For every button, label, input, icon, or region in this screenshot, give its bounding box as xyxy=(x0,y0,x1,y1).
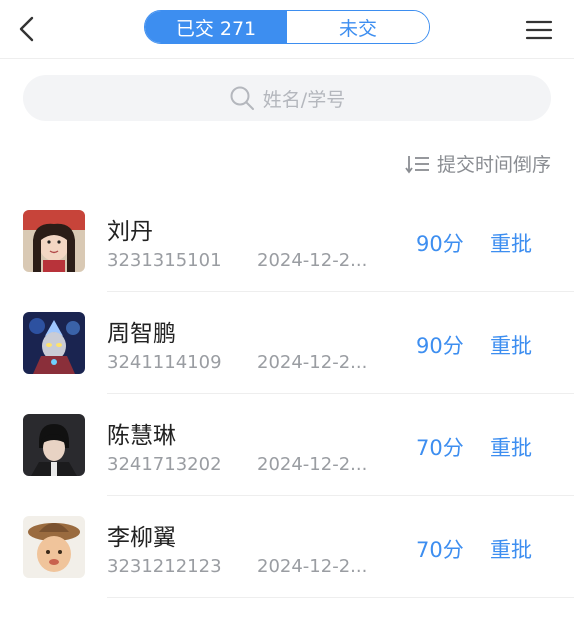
student-row[interactable]: 李柳翼 3231212123 2024-12-2... 70分 重批 xyxy=(0,496,574,598)
regrade-button[interactable]: 重批 xyxy=(490,330,532,360)
menu-button[interactable] xyxy=(525,19,553,41)
submission-status-toggle: 已交 271 未交 xyxy=(144,10,430,44)
student-id: 3241114109 xyxy=(107,352,222,373)
student-name: 陈慧琳 xyxy=(107,423,176,449)
avatar xyxy=(23,414,85,476)
chevron-left-icon xyxy=(19,16,34,42)
submit-date: 2024-12-2... xyxy=(257,352,368,373)
student-id: 3231315101 xyxy=(107,250,222,271)
row-divider xyxy=(107,597,574,598)
student-id: 3231212123 xyxy=(107,556,222,577)
score: 90分 xyxy=(416,232,464,256)
top-bar: 已交 271 未交 xyxy=(0,0,574,59)
avatar xyxy=(23,516,85,578)
tab-not-submitted[interactable]: 未交 xyxy=(287,11,429,43)
sort-descending-icon xyxy=(405,155,429,173)
search-placeholder: 姓名/学号 xyxy=(262,88,346,111)
score: 70分 xyxy=(416,538,464,562)
student-row[interactable]: 周智鹏 3241114109 2024-12-2... 90分 重批 xyxy=(0,292,574,394)
search-input[interactable]: 姓名/学号 xyxy=(23,75,551,121)
student-name: 李柳翼 xyxy=(107,525,176,551)
student-list: 刘丹 3231315101 2024-12-2... 90分 重批 周智鹏 32… xyxy=(0,190,574,598)
regrade-button[interactable]: 重批 xyxy=(490,432,532,462)
hamburger-menu-icon xyxy=(525,20,553,40)
avatar xyxy=(23,210,85,272)
submit-date: 2024-12-2... xyxy=(257,250,368,271)
student-id: 3241713202 xyxy=(107,454,222,475)
tab-submitted[interactable]: 已交 271 xyxy=(145,11,287,43)
score: 90分 xyxy=(416,334,464,358)
score: 70分 xyxy=(416,436,464,460)
sort-label: 提交时间倒序 xyxy=(436,154,551,176)
regrade-button[interactable]: 重批 xyxy=(490,534,532,564)
student-row[interactable]: 刘丹 3231315101 2024-12-2... 90分 重批 xyxy=(0,190,574,292)
submit-date: 2024-12-2... xyxy=(257,556,368,577)
student-row[interactable]: 陈慧琳 3241713202 2024-12-2... 70分 重批 xyxy=(0,394,574,496)
avatar xyxy=(23,312,85,374)
regrade-button[interactable]: 重批 xyxy=(490,228,532,258)
student-name: 刘丹 xyxy=(107,219,153,245)
student-name: 周智鹏 xyxy=(107,321,176,347)
back-button[interactable] xyxy=(14,14,42,44)
sort-control[interactable]: 提交时间倒序 xyxy=(405,150,551,177)
search-icon xyxy=(230,86,254,110)
submit-date: 2024-12-2... xyxy=(257,454,368,475)
